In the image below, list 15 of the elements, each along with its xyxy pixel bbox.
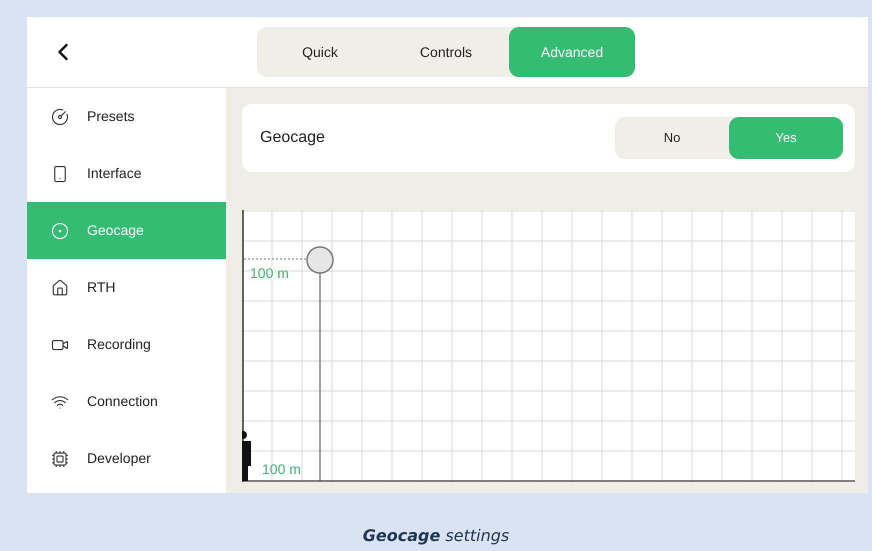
house-icon [51, 278, 69, 296]
person-icon [242, 431, 251, 481]
tab[interactable]: Quick [257, 27, 383, 77]
height-label: 100 m [250, 266, 289, 280]
caption: Geocage settings [362, 525, 510, 547]
dot-circle-icon [51, 222, 69, 240]
height-line [244, 258, 308, 260]
gauge-icon [51, 108, 69, 126]
chip-icon [51, 450, 69, 468]
phone-icon [51, 164, 69, 182]
tab[interactable]: Controls [383, 27, 509, 77]
toggle-option[interactable]: No [615, 117, 729, 159]
setting-label: Geocage [260, 128, 325, 148]
distance-label: 100 m [262, 462, 301, 476]
drone-marker[interactable] [306, 246, 334, 274]
